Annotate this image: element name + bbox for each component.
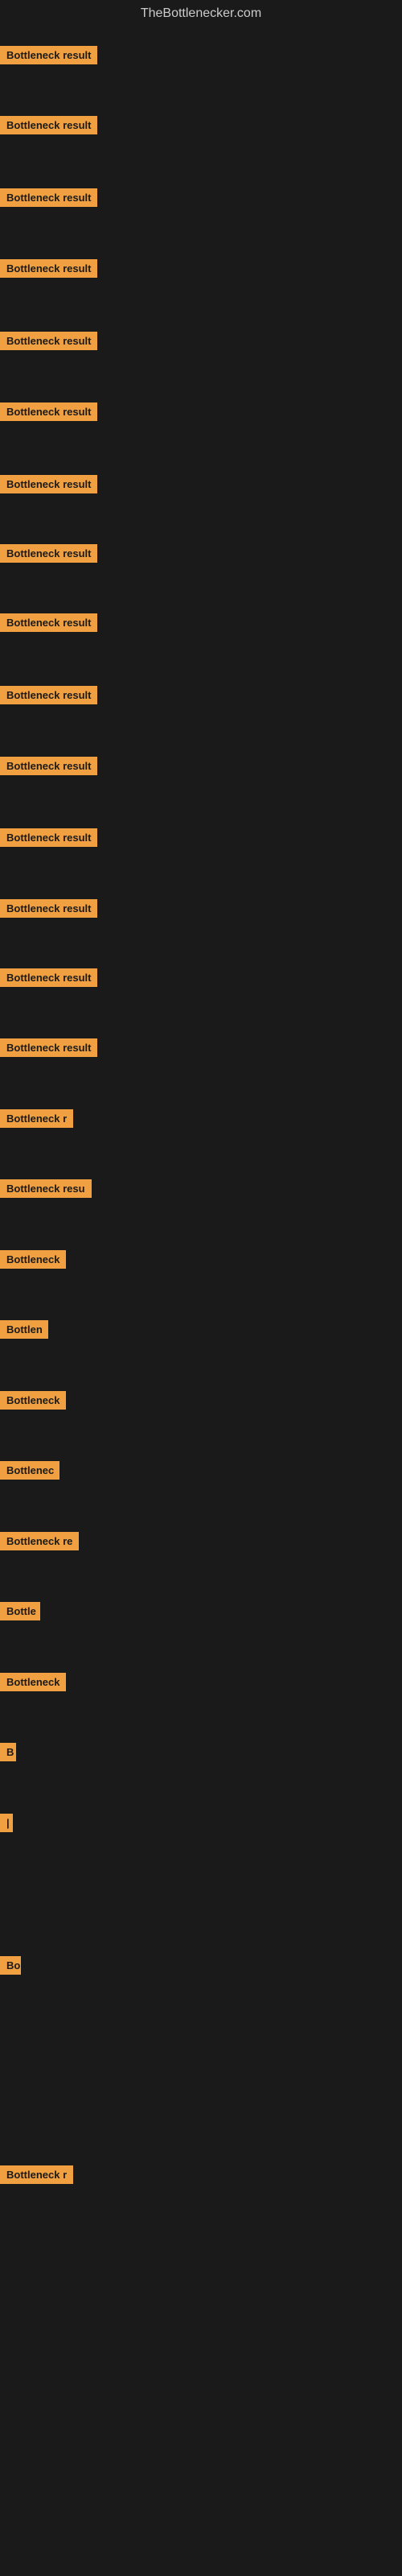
bottleneck-badge: Bottleneck [0,1673,66,1691]
bottleneck-badge: Bottleneck result [0,259,97,278]
bottleneck-result-item[interactable]: Bottleneck result [0,332,97,354]
bottleneck-result-item[interactable]: Bottleneck result [0,1038,97,1061]
bottleneck-result-item[interactable]: Bottleneck [0,1673,66,1695]
bottleneck-result-item[interactable]: Bottleneck [0,1391,66,1414]
bottleneck-result-item[interactable]: Bottlen [0,1320,48,1343]
bottleneck-badge: Bottleneck result [0,116,97,134]
bottleneck-result-item[interactable]: Bottleneck result [0,686,97,708]
bottleneck-badge: Bottleneck [0,1391,66,1410]
bottleneck-badge: Bottleneck r [0,2165,73,2184]
bottleneck-badge: Bottleneck re [0,1532,79,1550]
bottleneck-badge: Bottleneck result [0,686,97,704]
bottleneck-badge: Bottleneck result [0,828,97,847]
bottleneck-result-item[interactable]: Bottleneck result [0,46,97,68]
bottleneck-result-item[interactable]: Bottle [0,1602,40,1624]
bottleneck-badge: Bottle [0,1602,40,1620]
bottleneck-result-item[interactable]: Bottleneck [0,1250,66,1273]
bottleneck-badge: Bo [0,1956,21,1975]
bottleneck-badge: Bottleneck result [0,332,97,350]
bottleneck-badge: Bottleneck result [0,899,97,918]
bottleneck-result-item[interactable]: Bottleneck result [0,757,97,779]
bottleneck-result-item[interactable]: Bottleneck result [0,116,97,138]
bottleneck-badge: Bottlen [0,1320,48,1339]
bottleneck-result-item[interactable]: B [0,1743,16,1765]
bottleneck-result-item[interactable]: Bottleneck result [0,475,97,497]
bottleneck-result-item[interactable]: Bottleneck result [0,402,97,425]
bottleneck-result-item[interactable]: Bottleneck result [0,828,97,851]
bottleneck-result-item[interactable]: Bottleneck result [0,544,97,567]
bottleneck-result-item[interactable]: Bottleneck r [0,1109,73,1132]
bottleneck-result-item[interactable]: Bottleneck result [0,259,97,282]
bottleneck-badge: Bottleneck result [0,46,97,64]
bottleneck-result-item[interactable]: Bottleneck result [0,899,97,922]
bottleneck-badge: Bottleneck result [0,402,97,421]
bottleneck-badge: Bottleneck result [0,1038,97,1057]
bottleneck-badge: Bottleneck [0,1250,66,1269]
bottleneck-result-item[interactable]: Bottleneck result [0,188,97,211]
bottleneck-result-item[interactable]: Bottlenec [0,1461,59,1484]
bottleneck-result-item[interactable]: Bottleneck result [0,968,97,991]
bottleneck-badge: B [0,1743,16,1761]
bottleneck-badge: Bottleneck result [0,475,97,493]
bottleneck-result-item[interactable]: Bottleneck r [0,2165,73,2188]
bottleneck-badge: Bottleneck resu [0,1179,92,1198]
bottleneck-result-item[interactable]: Bottleneck resu [0,1179,92,1202]
bottleneck-badge: Bottleneck result [0,544,97,563]
bottleneck-badge: Bottleneck result [0,757,97,775]
bottleneck-badge: Bottlenec [0,1461,59,1480]
bottleneck-badge: | [0,1814,13,1832]
site-title: TheBottlenecker.com [0,0,402,24]
bottleneck-badge: Bottleneck r [0,1109,73,1128]
bottleneck-badge: Bottleneck result [0,188,97,207]
bottleneck-result-item[interactable]: Bottleneck re [0,1532,79,1554]
bottleneck-badge: Bottleneck result [0,613,97,632]
bottleneck-result-item[interactable]: Bottleneck result [0,613,97,636]
bottleneck-result-item[interactable]: Bo [0,1956,21,1979]
bottleneck-result-item[interactable]: | [0,1814,13,1836]
bottleneck-badge: Bottleneck result [0,968,97,987]
